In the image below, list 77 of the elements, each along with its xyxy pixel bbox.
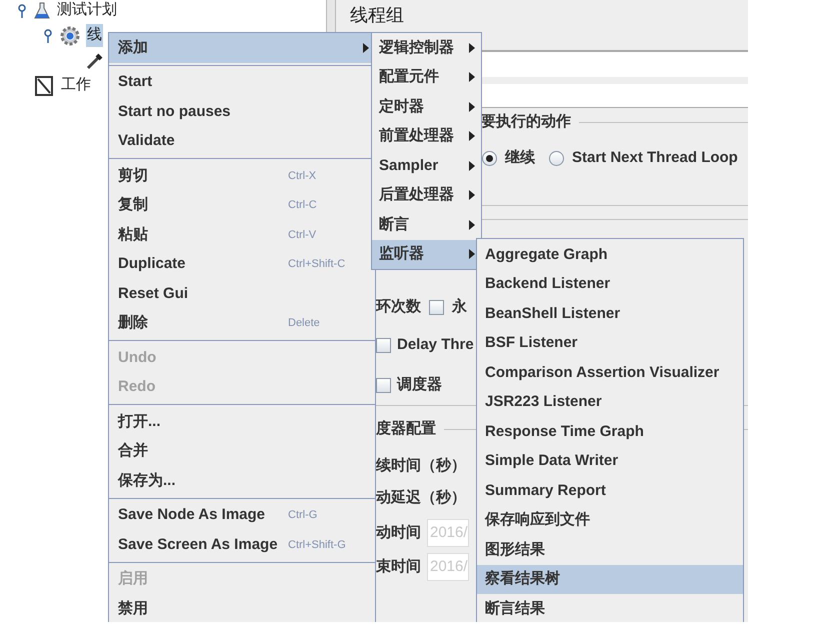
menu-item[interactable]: 断言 [372, 210, 481, 240]
menu-item[interactable]: 配置元件 [372, 62, 481, 92]
menu-item[interactable]: Simple Data Writer [477, 446, 743, 476]
checkbox-label: Delay Thre [397, 334, 474, 355]
field-label: 环次数 [376, 296, 421, 317]
menu-item[interactable]: 粘贴 Ctrl-V [109, 220, 375, 250]
submenu-arrow-icon [469, 220, 475, 230]
menu-item[interactable]: 保存为... [109, 466, 375, 496]
menu-item[interactable]: Reset Gui [109, 279, 375, 308]
menu-item[interactable]: Sampler [372, 151, 481, 180]
radio-button[interactable] [482, 150, 497, 166]
submenu-arrow-icon [469, 131, 475, 142]
field-label: 续时间（秒） [376, 456, 466, 476]
menu-item[interactable]: 剪切 Ctrl-X [109, 161, 375, 190]
checkbox[interactable] [376, 338, 391, 352]
menu-item[interactable]: Save Node As Image Ctrl-G [109, 500, 375, 530]
menu-item[interactable]: BeanShell Listener [477, 299, 743, 328]
menu-item[interactable]: 保存响应到文件 [477, 506, 743, 535]
menu-item[interactable]: 断言结果 [477, 594, 743, 622]
tree-node-label[interactable]: 工作 [60, 74, 92, 97]
tree-node-label[interactable]: 测试计划 [56, 0, 118, 22]
radio-button[interactable] [549, 150, 564, 166]
menu-item[interactable]: Start no pauses [109, 97, 375, 126]
checkbox-label: 调度器 [397, 375, 442, 396]
submenu-arrow-icon [469, 160, 475, 171]
section-label: 要执行的动作 [481, 112, 571, 132]
menu-item[interactable]: 图形结果 [477, 535, 743, 564]
shortcut-text: Ctrl-X [288, 168, 316, 184]
menu-item[interactable]: 定时器 [372, 92, 481, 122]
menu-item[interactable]: 打开... [109, 407, 375, 436]
tree-handle-icon[interactable] [16, 4, 28, 18]
tree-handle-icon[interactable] [42, 28, 54, 42]
menu-item[interactable]: 禁用 [109, 594, 375, 622]
submenu-arrow-icon [469, 72, 475, 82]
menu-item[interactable]: 前置处理器 [372, 122, 481, 151]
menu-item[interactable]: 逻辑控制器 [372, 33, 481, 62]
menu-item[interactable]: Validate [109, 126, 375, 156]
shortcut-text: Ctrl-V [288, 228, 316, 242]
section-label: 度器配置 [376, 418, 436, 439]
shortcut-text: Ctrl+Shift-C [288, 257, 346, 272]
field-label: 动延迟（秒） [376, 488, 466, 508]
submenu-arrow-icon [363, 42, 369, 53]
menu-item[interactable]: Comparison Assertion Visualizer [477, 358, 743, 388]
submenu-arrow-icon [469, 102, 475, 112]
field-label: 动时间 [376, 522, 421, 543]
flask-icon [34, 2, 50, 20]
tree-node-label[interactable]: 线 [86, 24, 103, 47]
menu-item[interactable]: Backend Listener [477, 270, 743, 299]
pipette-icon [86, 52, 104, 70]
menu-item[interactable]: Response Time Graph [477, 417, 743, 446]
menu-item[interactable]: 察看结果树 [477, 564, 743, 594]
submenu-arrow-icon [469, 190, 475, 200]
checkbox[interactable] [376, 378, 391, 393]
submenu-arrow-icon [469, 249, 475, 260]
shortcut-text: Ctrl-C [288, 198, 317, 213]
menu-item[interactable]: 删除 Delete [109, 308, 375, 338]
menu-item[interactable]: JSR223 Listener [477, 388, 743, 417]
menu-item[interactable]: Summary Report [477, 476, 743, 506]
radio-label: Start Next Thread Loop [572, 148, 738, 168]
checkbox-label: 永 [452, 296, 467, 317]
shortcut-text: Delete [288, 316, 320, 331]
submenu-arrow-icon [469, 42, 475, 53]
menu-item[interactable]: Duplicate Ctrl+Shift-C [109, 250, 375, 279]
field-label: 束时间 [376, 556, 421, 577]
menu-item[interactable]: 后置处理器 [372, 180, 481, 210]
notebook-icon [34, 76, 54, 96]
menu-item[interactable]: Save Screen As Image Ctrl+Shift-G [109, 530, 375, 560]
shortcut-text: Ctrl-G [288, 508, 318, 523]
menu-item[interactable]: 复制 Ctrl-C [109, 190, 375, 220]
shortcut-text: Ctrl+Shift-G [288, 538, 346, 552]
radio-label: 继续 [505, 148, 535, 168]
menu-item[interactable]: 合并 [109, 436, 375, 466]
checkbox[interactable] [429, 300, 444, 314]
gear-icon [60, 26, 80, 46]
panel-title: 线程组 [350, 4, 404, 26]
menu-item[interactable]: BSF Listener [477, 328, 743, 358]
menu-item[interactable]: Start [109, 68, 375, 97]
